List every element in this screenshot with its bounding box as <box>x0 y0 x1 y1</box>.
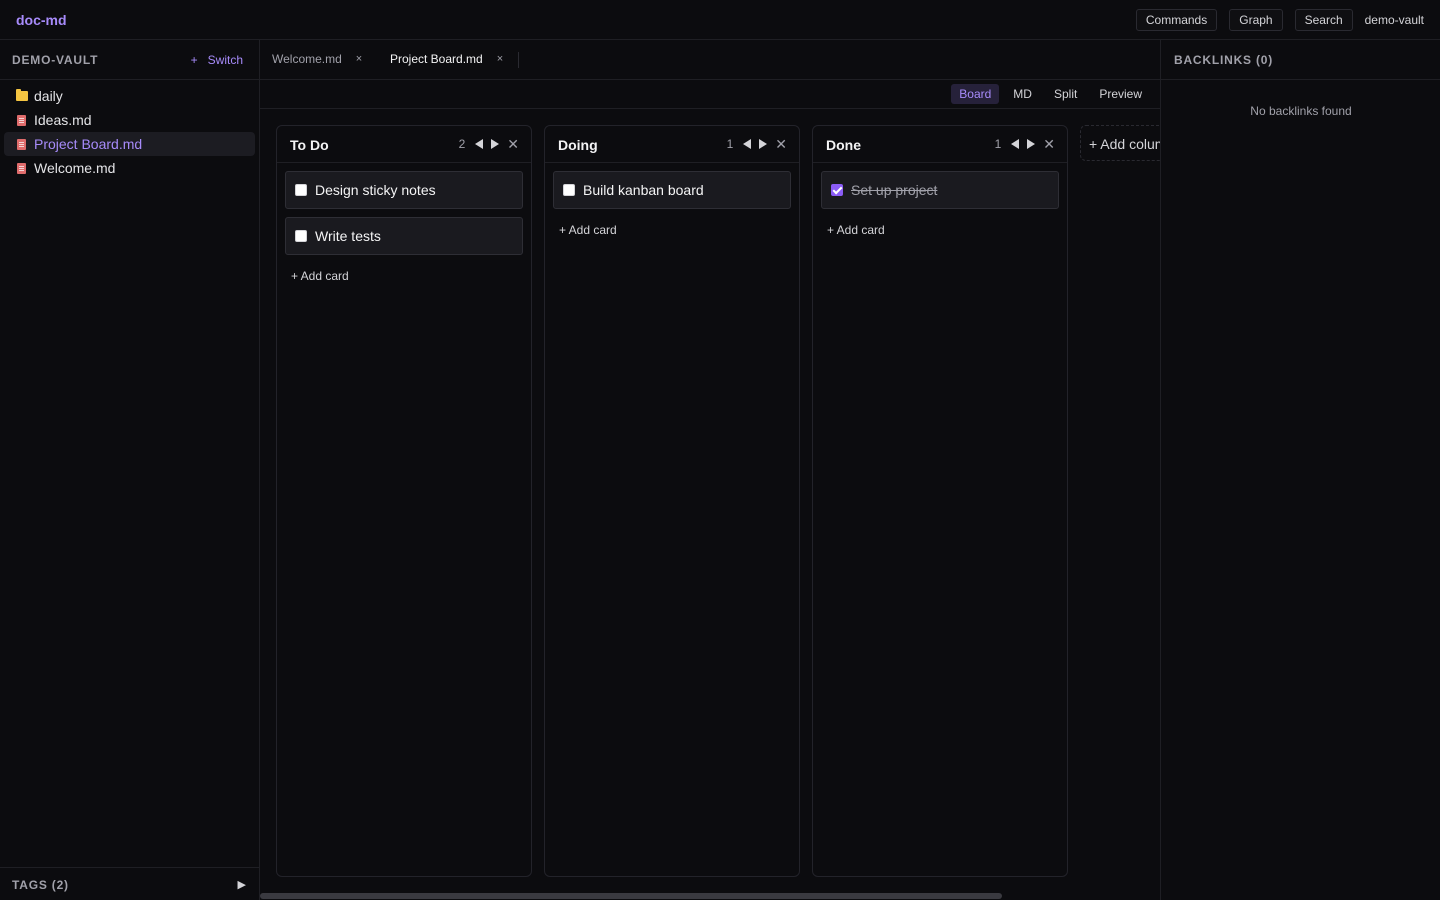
graph-button[interactable]: Graph <box>1229 9 1283 31</box>
card-list: Set up project + Add card <box>813 163 1067 251</box>
move-right-icon[interactable] <box>1027 139 1036 149</box>
file-tree: daily Ideas.md Project Board.md Welcome.… <box>0 80 259 180</box>
move-left-icon[interactable] <box>743 139 752 149</box>
card-count: 1 <box>726 137 734 151</box>
view-switcher: Board MD Split Preview <box>951 84 1150 104</box>
move-left-icon[interactable] <box>475 139 484 149</box>
backlinks-empty-message: No backlinks found <box>1250 104 1352 118</box>
editor-area: Welcome.md × Project Board.md × Board MD… <box>260 40 1160 900</box>
column-todo: To Do 2 ✕ Design sticky notes Write test… <box>276 125 532 877</box>
kanban-card[interactable]: Design sticky notes <box>285 171 523 209</box>
file-icon <box>17 162 26 174</box>
card-checkbox[interactable] <box>295 184 307 196</box>
kanban-card[interactable]: Set up project <box>821 171 1059 209</box>
card-text: Build kanban board <box>583 182 704 198</box>
add-card-button[interactable]: + Add card <box>553 217 791 243</box>
column-done: Done 1 ✕ Set up project + Add card <box>812 125 1068 877</box>
tree-item-project-board[interactable]: Project Board.md <box>4 132 255 156</box>
close-icon[interactable]: ✕ <box>775 137 787 151</box>
tree-item-daily[interactable]: daily <box>4 84 255 108</box>
column-controls: 1 ✕ <box>995 137 1055 151</box>
top-bar: doc-md Commands Graph Search demo-vault <box>0 0 1440 40</box>
move-right-icon[interactable] <box>759 139 768 149</box>
search-button[interactable]: Search <box>1294 9 1353 31</box>
backlinks-header: BACKLINKS (0) <box>1161 40 1440 80</box>
file-icon <box>17 138 26 150</box>
close-icon[interactable]: ✕ <box>507 137 519 151</box>
tags-section[interactable]: TAGS (2) ▶ <box>0 867 259 900</box>
column-doing: Doing 1 ✕ Build kanban board + Add card <box>544 125 800 877</box>
card-list: Build kanban board + Add card <box>545 163 799 251</box>
top-actions: Commands Graph Search demo-vault <box>1135 9 1430 31</box>
close-icon[interactable]: × <box>497 53 503 65</box>
kanban-board: To Do 2 ✕ Design sticky notes Write test… <box>276 125 1160 878</box>
file-sidebar: DEMO-VAULT + Switch daily Ideas.md Proje… <box>0 40 260 900</box>
view-md[interactable]: MD <box>1005 84 1040 104</box>
view-preview[interactable]: Preview <box>1091 84 1150 104</box>
column-controls: 2 ✕ <box>459 137 519 151</box>
move-left-icon[interactable] <box>1011 139 1020 149</box>
column-title[interactable]: Done <box>826 137 861 153</box>
tree-item-label: daily <box>34 88 63 104</box>
card-text: Design sticky notes <box>315 182 436 198</box>
folder-icon <box>16 89 28 101</box>
column-title[interactable]: Doing <box>558 137 598 153</box>
backlinks-panel: BACKLINKS (0) No backlinks found <box>1160 40 1440 900</box>
add-card-button[interactable]: + Add card <box>821 217 1059 243</box>
add-column-button[interactable]: + Add column <box>1080 125 1160 161</box>
card-checkbox-checked[interactable] <box>831 184 843 196</box>
close-icon[interactable]: × <box>356 53 362 65</box>
switch-vault-button[interactable]: + Switch <box>191 53 243 67</box>
tree-item-ideas[interactable]: Ideas.md <box>4 108 255 132</box>
card-count: 1 <box>994 137 1002 151</box>
vault-name[interactable]: demo-vault <box>1365 13 1430 27</box>
switch-label: Switch <box>207 53 243 67</box>
tree-item-welcome[interactable]: Welcome.md <box>4 156 255 180</box>
column-header: Done 1 ✕ <box>813 126 1067 163</box>
card-checkbox[interactable] <box>563 184 575 196</box>
card-list: Design sticky notes Write tests + Add ca… <box>277 163 531 297</box>
tab-project-board[interactable]: Project Board.md × <box>390 52 503 66</box>
card-count: 2 <box>458 137 466 151</box>
backlinks-title: BACKLINKS (0) <box>1174 53 1274 67</box>
card-text: Set up project <box>851 182 938 198</box>
vault-title: DEMO-VAULT <box>12 53 99 67</box>
commands-button[interactable]: Commands <box>1135 9 1218 31</box>
tree-item-label: Ideas.md <box>34 112 92 128</box>
column-header: To Do 2 ✕ <box>277 126 531 163</box>
tags-label: TAGS (2) <box>12 878 69 892</box>
tab-welcome[interactable]: Welcome.md × <box>272 52 362 66</box>
close-icon[interactable]: ✕ <box>1043 137 1055 151</box>
column-controls: 1 ✕ <box>727 137 787 151</box>
tab-bar: Welcome.md × Project Board.md × <box>260 40 1160 80</box>
column-title[interactable]: To Do <box>290 137 329 153</box>
add-card-button[interactable]: + Add card <box>285 263 523 289</box>
tree-item-label: Project Board.md <box>34 136 143 152</box>
plus-icon: + <box>190 53 198 67</box>
tab-label: Project Board.md <box>390 52 483 66</box>
sidebar-header: DEMO-VAULT + Switch <box>0 40 259 80</box>
expand-arrow-icon[interactable]: ▶ <box>238 878 246 891</box>
horizontal-scrollbar[interactable] <box>260 893 1002 899</box>
tab-label: Welcome.md <box>272 52 342 66</box>
kanban-card[interactable]: Write tests <box>285 217 523 255</box>
move-right-icon[interactable] <box>491 139 500 149</box>
column-header: Doing 1 ✕ <box>545 126 799 163</box>
card-checkbox[interactable] <box>295 230 307 242</box>
app-logo[interactable]: doc-md <box>16 12 67 28</box>
view-split[interactable]: Split <box>1046 84 1085 104</box>
card-text: Write tests <box>315 228 381 244</box>
view-board[interactable]: Board <box>951 84 1000 104</box>
tree-item-label: Welcome.md <box>34 160 116 176</box>
view-mode-bar: Board MD Split Preview <box>260 80 1160 109</box>
kanban-card[interactable]: Build kanban board <box>553 171 791 209</box>
file-icon <box>17 114 26 126</box>
tab-divider <box>518 52 519 68</box>
